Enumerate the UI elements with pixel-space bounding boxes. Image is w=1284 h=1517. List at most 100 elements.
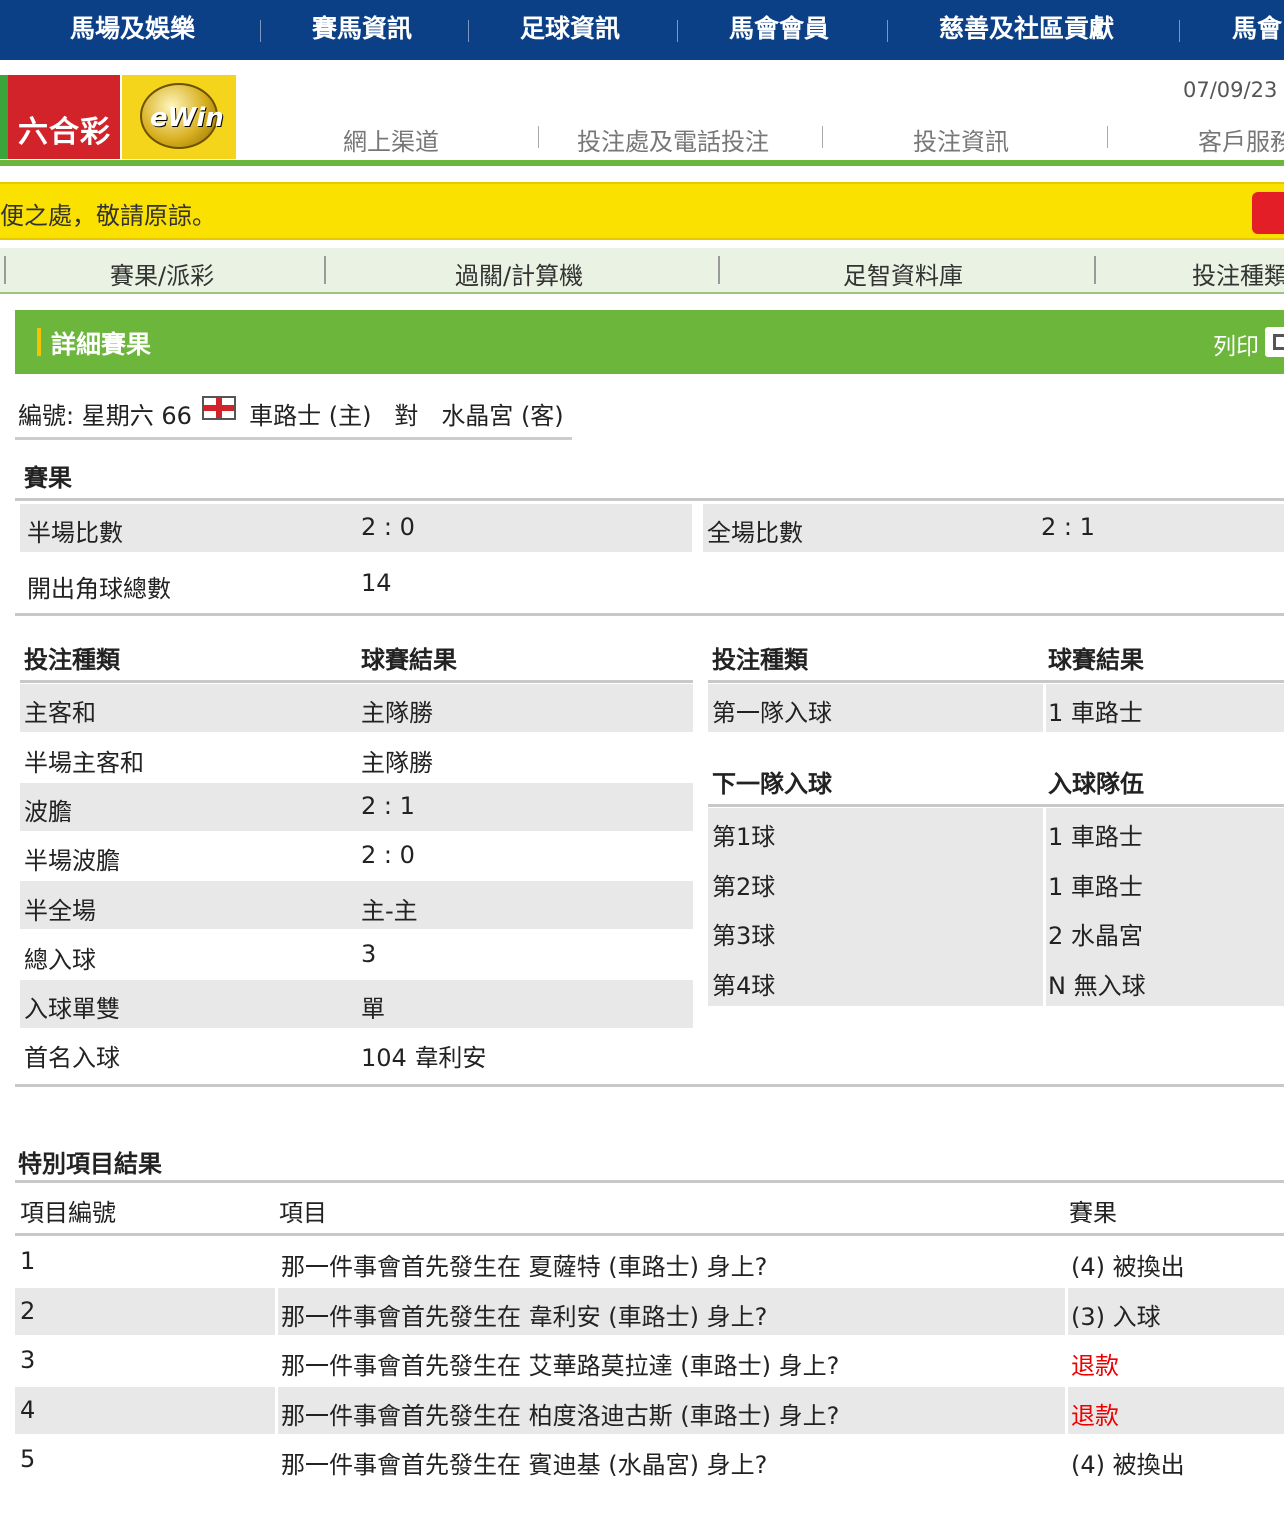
item-col-header: 項目 (279, 1199, 327, 1227)
subnav-online-channels[interactable]: 網上渠道 (343, 122, 439, 157)
marksix-logo-text: 六合彩 (18, 115, 111, 150)
subnav-divider (1107, 126, 1108, 148)
goal-number: 第2球 (712, 873, 776, 901)
tab-football-database[interactable]: 足智資料庫 (843, 256, 963, 291)
item-no-col-header: 項目編號 (20, 1199, 116, 1227)
goal-team: N 無入球 (1048, 972, 1146, 1000)
bet-result-cell: 104 韋利安 (361, 1044, 487, 1072)
corners-value: 14 (361, 569, 392, 597)
bet-result-cell: 2 : 1 (361, 792, 415, 820)
bet-type-cell: 半場主客和 (24, 749, 144, 777)
tab-bet-types[interactable]: 投注種類 (1192, 256, 1284, 291)
half-time-score: 2 : 0 (361, 513, 415, 541)
bet-result-cell: 2 : 0 (361, 841, 415, 869)
match-number: 編號: 星期六 66 (18, 402, 192, 430)
top-nav-membership[interactable]: 馬會會員 (729, 0, 829, 60)
header-divider (0, 160, 1284, 166)
top-nav-more[interactable]: 馬會 (1232, 0, 1282, 60)
top-nav-racecourse-entertainment[interactable]: 馬場及娛樂 (70, 0, 195, 60)
row-bg (15, 1387, 275, 1434)
row-bg (20, 783, 693, 831)
tab-divider (1094, 256, 1096, 284)
tab-results-dividends[interactable]: 賽果/派彩 (110, 256, 214, 291)
goal-team: 2 水晶宮 (1048, 922, 1143, 950)
special-item-result: (4) 被換出 (1071, 1451, 1185, 1479)
bet-type-cell: 主客和 (24, 699, 96, 727)
first-team-goal-label: 第一隊入球 (712, 699, 832, 727)
subnav-customer-service[interactable]: 客戶服務 (1198, 122, 1284, 157)
section-title: 詳細賽果 (51, 330, 152, 359)
tab-allup-calculator[interactable]: 過關/計算機 (455, 256, 583, 291)
divider (15, 613, 1284, 616)
top-nav-racing-info[interactable]: 賽馬資訊 (312, 0, 412, 60)
results-heading: 賽果 (24, 464, 72, 492)
bet-type-cell: 半場波膽 (24, 847, 120, 875)
special-item-no: 5 (20, 1445, 36, 1473)
divider (15, 498, 1284, 501)
special-item-desc: 那一件事會首先發生在 韋利安 (車路士) 身上? (281, 1303, 768, 1331)
special-item-refund: 退款 (1071, 1352, 1119, 1380)
match-info-underline (15, 437, 572, 440)
corners-label: 開出角球總數 (27, 575, 171, 603)
bet-type-cell: 首名入球 (24, 1044, 120, 1072)
divider (15, 1084, 1284, 1087)
page-header: 六合彩 eWin 07/09/23 網上渠道 投注處及電話投注 投注資訊 客戶服… (0, 60, 1284, 166)
logo-accent (0, 75, 8, 159)
goal-number: 第1球 (712, 823, 776, 851)
half-time-label: 半場比數 (27, 519, 123, 547)
bet-result-cell: 3 (361, 940, 377, 968)
subnav-branches-phone[interactable]: 投注處及電話投注 (577, 122, 769, 157)
special-items-heading: 特別項目結果 (18, 1150, 162, 1178)
row-bg (15, 1288, 275, 1335)
bet-result-cell: 主隊勝 (361, 699, 433, 727)
top-nav-football-info[interactable]: 足球資訊 (520, 0, 620, 60)
away-team: 水晶宮 (客) (441, 402, 564, 430)
match-result-col-header: 球賽結果 (361, 646, 457, 674)
tab-divider (324, 256, 326, 284)
special-item-refund: 退款 (1071, 1402, 1119, 1430)
divider (708, 680, 1284, 683)
special-item-no: 3 (20, 1346, 36, 1374)
full-time-score: 2 : 1 (1041, 513, 1095, 541)
tab-divider (718, 256, 720, 284)
right-result-col-header: 球賽結果 (1048, 646, 1144, 674)
divider (15, 1233, 1284, 1236)
next-team-goal-heading: 下一隊入球 (712, 770, 832, 798)
ewin-logo[interactable]: eWin (122, 75, 236, 159)
top-nav-charity[interactable]: 慈善及社區貢獻 (939, 0, 1114, 60)
nav-divider (260, 20, 261, 42)
subnav-divider (538, 126, 539, 148)
divider (708, 804, 1284, 807)
bet-type-col-header: 投注種類 (24, 646, 120, 674)
bet-type-cell: 半全場 (24, 897, 96, 925)
title-accent-bar (37, 328, 41, 356)
nav-divider (1179, 20, 1180, 42)
notice-close-button[interactable] (1252, 192, 1284, 234)
detailed-results-header: 詳細賽果 列印 (15, 310, 1284, 374)
notice-text: 便之處，敬請原諒。 (0, 202, 216, 230)
subnav-betting-info[interactable]: 投注資訊 (913, 122, 1009, 157)
current-date: 07/09/23 (1183, 78, 1278, 102)
goal-number: 第3球 (712, 922, 776, 950)
match-info: 編號: 星期六 66 車路士 (主) 對 水晶宮 (客) (18, 396, 564, 431)
row-bg (20, 881, 693, 929)
special-item-no: 1 (20, 1247, 36, 1275)
top-nav: 馬場及娛樂 賽馬資訊 足球資訊 馬會會員 慈善及社區貢獻 馬會 (0, 0, 1284, 60)
goal-team: 1 車路士 (1048, 823, 1143, 851)
marksix-logo[interactable]: 六合彩 (8, 75, 120, 159)
print-label[interactable]: 列印 (1213, 327, 1259, 361)
nav-divider (468, 20, 469, 42)
divider (20, 680, 693, 683)
results-tab-bar: 賽果/派彩 過關/計算機 足智資料庫 投注種類 (0, 248, 1284, 294)
goal-number: 第4球 (712, 972, 776, 1000)
nav-divider (887, 20, 888, 42)
right-bet-type-col-header: 投注種類 (712, 646, 808, 674)
bet-result-cell: 主-主 (361, 897, 418, 925)
special-item-desc: 那一件事會首先發生在 柏度洛迪古斯 (車路士) 身上? (281, 1402, 840, 1430)
scoring-team-col-header: 入球隊伍 (1048, 770, 1144, 798)
full-time-label: 全場比數 (707, 519, 803, 547)
print-icon[interactable] (1265, 327, 1284, 357)
bet-type-cell: 總入球 (24, 946, 96, 974)
row-bg (20, 684, 693, 732)
result-col-header: 賽果 (1069, 1199, 1117, 1227)
